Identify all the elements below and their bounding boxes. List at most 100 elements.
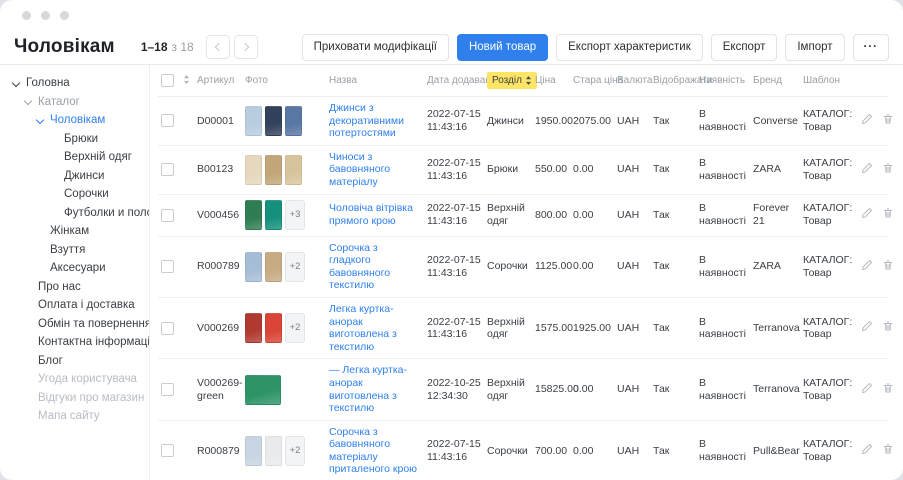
row-checkbox[interactable] (161, 114, 174, 127)
more-photos-badge[interactable]: +2 (285, 436, 305, 466)
window-control-dot[interactable] (41, 11, 50, 20)
row-checkbox[interactable] (161, 209, 174, 222)
edit-icon[interactable] (861, 259, 873, 275)
product-photo[interactable] (265, 200, 282, 230)
product-photo[interactable] (245, 436, 262, 466)
new-product-button[interactable]: Новий товар (457, 34, 548, 61)
window-control-dot[interactable] (22, 11, 31, 20)
product-photo[interactable] (245, 252, 262, 282)
delete-icon[interactable] (882, 320, 894, 336)
delete-icon[interactable] (882, 207, 894, 223)
product-name-link[interactable]: Сорочка з гладкого бавовняного текстилю (329, 242, 421, 292)
column-header-display[interactable]: Відображати (650, 65, 696, 97)
date-added: 2022-07-1511:43:16 (427, 316, 481, 341)
delete-icon[interactable] (882, 382, 894, 398)
sidebar-item-джинси[interactable]: Джинси (0, 167, 149, 186)
product-photos (245, 155, 323, 185)
product-name-link[interactable]: Чиноси з бавовняного матеріалу (329, 151, 421, 189)
product-name-link[interactable]: — Легка куртка-анорак виготовлена з текс… (329, 364, 421, 414)
delete-icon[interactable] (882, 113, 894, 129)
product-old-price: 0.00 (570, 145, 614, 194)
edit-icon[interactable] (861, 443, 873, 459)
select-all-checkbox[interactable] (161, 74, 174, 87)
edit-icon[interactable] (861, 207, 873, 223)
export-characteristics-button[interactable]: Експорт характеристик (556, 34, 703, 61)
product-name-link[interactable]: Чоловіча вітрівка прямого крою (329, 202, 421, 227)
sidebar-item-контактна-інформація[interactable]: Контактна інформація (0, 333, 149, 352)
product-photo[interactable] (285, 106, 302, 136)
product-sku: V000456 (194, 194, 242, 236)
product-photos: +2 (245, 252, 323, 282)
column-header-template[interactable]: Шаблон (800, 65, 852, 97)
export-button[interactable]: Експорт (711, 34, 778, 61)
window-control-dot[interactable] (60, 11, 69, 20)
sidebar-item-аксесуари[interactable]: Аксесуари (0, 259, 149, 278)
more-actions-button[interactable]: ··· (853, 34, 890, 61)
product-photo[interactable] (265, 436, 282, 466)
sidebar-item-сорочки[interactable]: Сорочки (0, 185, 149, 204)
edit-icon[interactable] (861, 113, 873, 129)
column-header-name[interactable]: Назва (326, 65, 424, 97)
sidebar-item-блог[interactable]: Блог (0, 352, 149, 371)
prev-page-button[interactable] (206, 35, 230, 59)
delete-icon[interactable] (882, 443, 894, 459)
column-header-brand[interactable]: Бренд (750, 65, 800, 97)
sidebar-item-брюки[interactable]: Брюки (0, 130, 149, 149)
sorted-column-chip[interactable]: Розділ (487, 72, 537, 89)
product-photo[interactable] (265, 252, 282, 282)
column-header-date-added[interactable]: Дата додавання (424, 65, 484, 97)
sidebar-item-мапа-сайту[interactable]: Мапа сайту (0, 407, 149, 426)
more-photos-badge[interactable]: +2 (285, 252, 305, 282)
column-header-availability[interactable]: Наявність (696, 65, 750, 97)
delete-icon[interactable] (882, 162, 894, 178)
import-button[interactable]: Імпорт (785, 34, 844, 61)
row-checkbox[interactable] (161, 163, 174, 176)
delete-icon[interactable] (882, 259, 894, 275)
product-photo[interactable] (245, 155, 262, 185)
product-photo[interactable] (245, 106, 262, 136)
product-photo[interactable] (265, 106, 282, 136)
column-header-sku[interactable]: Артикул (194, 65, 242, 97)
product-photo[interactable] (245, 313, 262, 343)
product-photo[interactable] (265, 155, 282, 185)
sidebar-item-оплата-і-доставка[interactable]: Оплата і доставка (0, 296, 149, 315)
sidebar-item-угода-користувача[interactable]: Угода користувача (0, 370, 149, 389)
sidebar-item-футболки-и-поло[interactable]: Футболки и поло (0, 204, 149, 223)
sidebar-item-головна[interactable]: Головна (0, 74, 149, 93)
sidebar-item-label: Чоловікам (50, 114, 105, 127)
sidebar-item-каталог[interactable]: Каталог (0, 93, 149, 112)
product-template: КАТАЛОГ: Товар (800, 145, 852, 194)
sidebar-item-верхній-одяг[interactable]: Верхній одяг (0, 148, 149, 167)
more-photos-badge[interactable]: +2 (285, 313, 305, 343)
row-checkbox[interactable] (161, 260, 174, 273)
product-name-link[interactable]: Джинси з декоративними потертостями (329, 102, 421, 140)
product-name-link[interactable]: Сорочка з бавовняного матеріалу притален… (329, 426, 421, 476)
sidebar-item-взуття[interactable]: Взуття (0, 241, 149, 260)
sidebar-item-чоловікам[interactable]: Чоловікам (0, 111, 149, 130)
edit-icon[interactable] (861, 320, 873, 336)
product-category: Джинси (484, 97, 532, 146)
sidebar-item-label: Каталог (38, 96, 80, 109)
edit-icon[interactable] (861, 382, 873, 398)
product-photo[interactable] (285, 155, 302, 185)
product-name-link[interactable]: Легка куртка-анорак виготовлена з тексти… (329, 303, 421, 353)
hide-modifications-button[interactable]: Приховати модифікації (302, 34, 449, 61)
row-checkbox[interactable] (161, 444, 174, 457)
column-header-currency[interactable]: Валюта (614, 65, 650, 97)
column-header-old-price[interactable]: Стара ціна (570, 65, 614, 97)
product-photo[interactable] (245, 375, 281, 405)
row-checkbox[interactable] (161, 383, 174, 396)
sidebar-item-відгуки-про-магазин[interactable]: Відгуки про магазин (0, 389, 149, 408)
next-page-button[interactable] (234, 35, 258, 59)
product-photo[interactable] (265, 313, 282, 343)
sort-order-icon[interactable] (183, 74, 190, 85)
sidebar-item-жінкам[interactable]: Жінкам (0, 222, 149, 241)
product-template: КАТАЛОГ: Товар (800, 297, 852, 358)
row-checkbox[interactable] (161, 322, 174, 335)
column-header-price[interactable]: Ціна (532, 65, 570, 97)
sidebar-item-обмін-та-повернення[interactable]: Обмін та повернення (0, 315, 149, 334)
sidebar-item-про-нас[interactable]: Про нас (0, 278, 149, 297)
edit-icon[interactable] (861, 162, 873, 178)
product-photo[interactable] (245, 200, 262, 230)
more-photos-badge[interactable]: +3 (285, 200, 305, 230)
